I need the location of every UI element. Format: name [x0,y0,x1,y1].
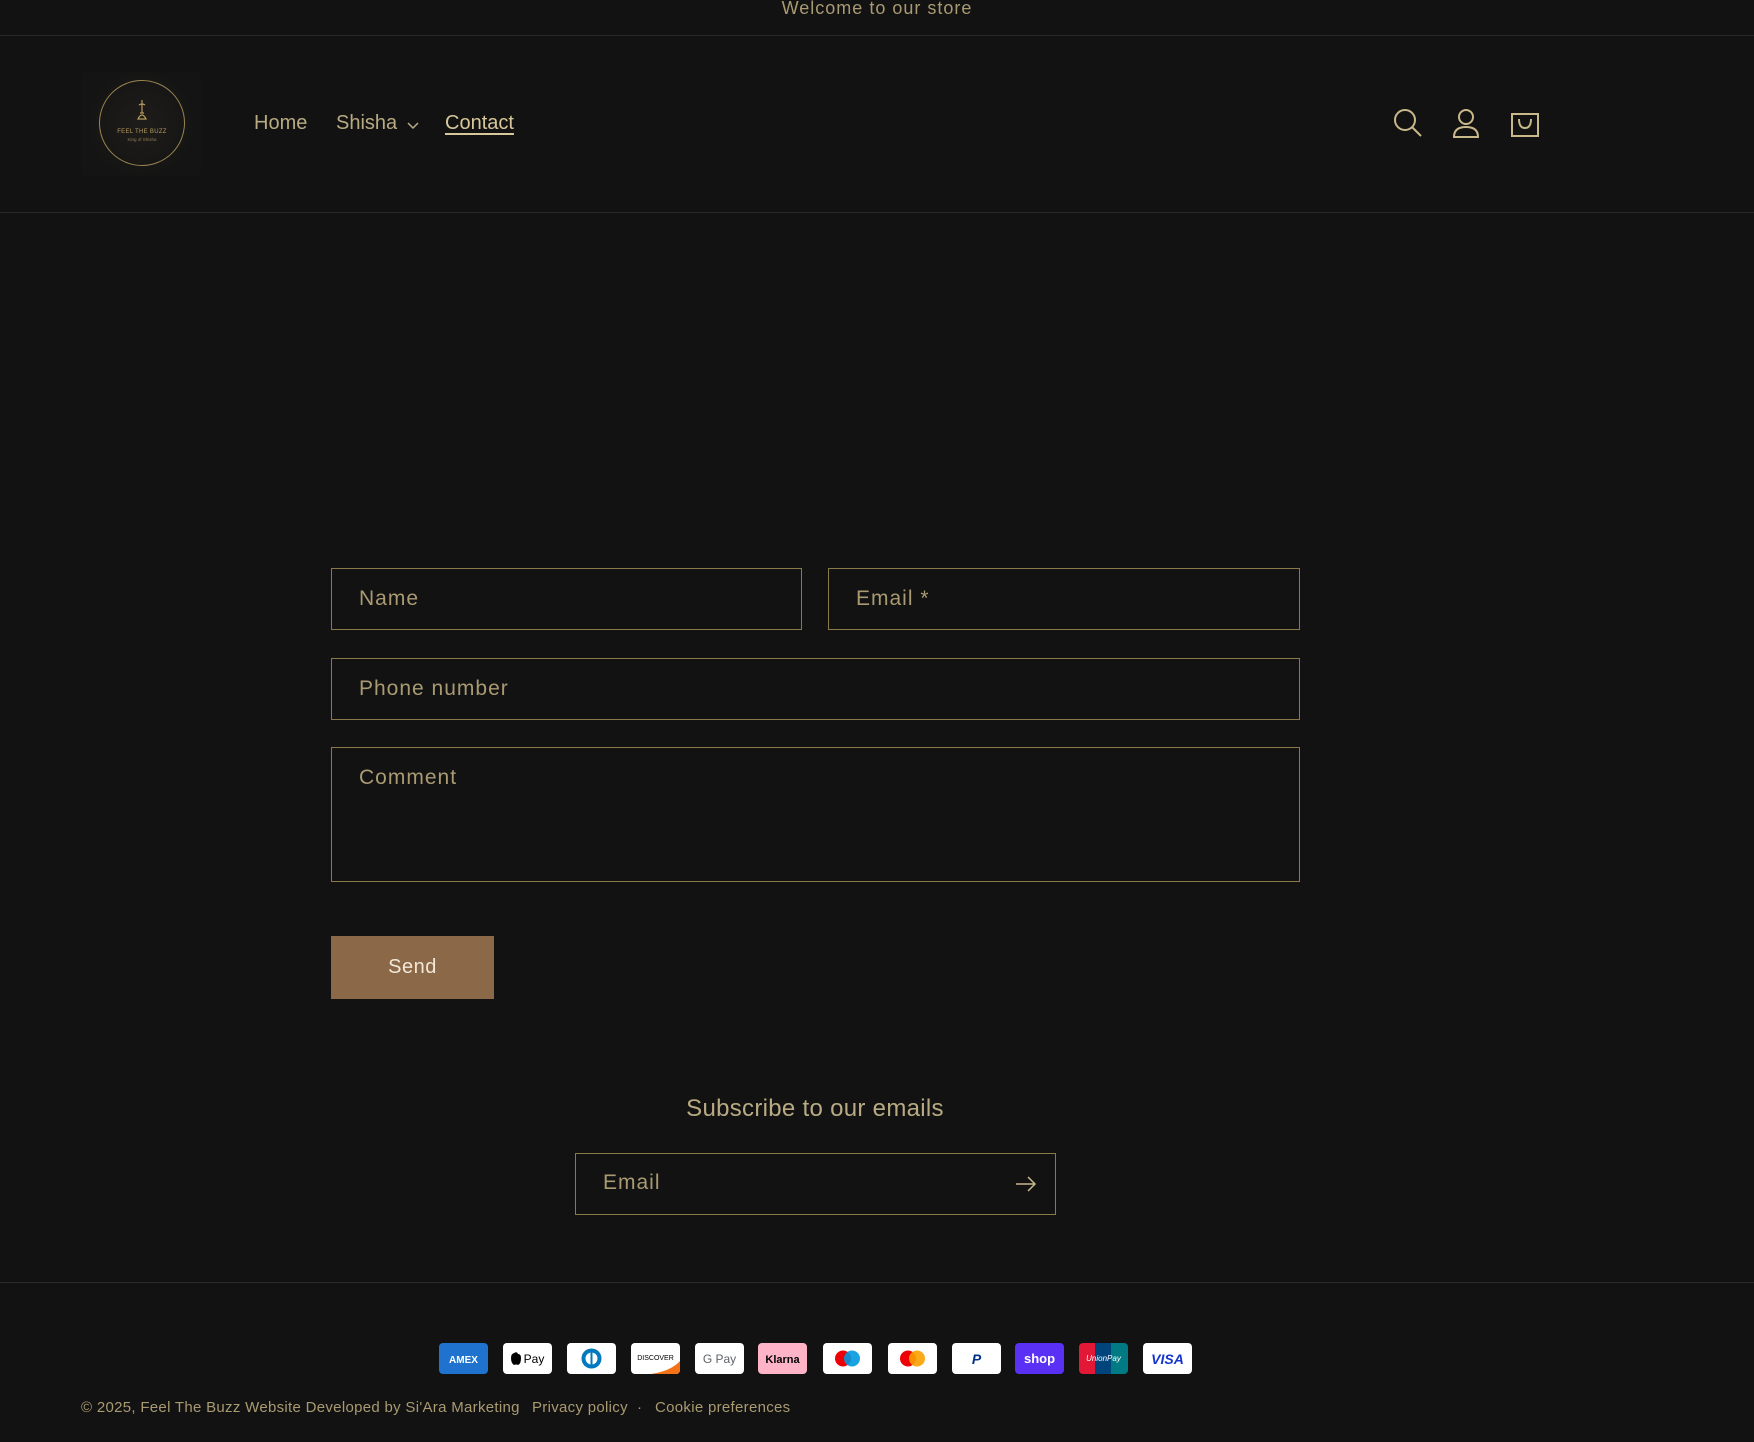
footer-separator: · [637,1399,643,1416]
email-placeholder: Email * [856,587,930,610]
announcement-text: Welcome to our store [781,0,973,18]
hookah-icon [137,100,147,120]
paypal-icon: P [952,1343,1001,1374]
comment-field[interactable]: Comment [331,747,1300,882]
unionpay-label: UnionPay [1086,1354,1122,1363]
discover-label: DISCOVER [637,1355,674,1362]
nav-shisha[interactable]: Shisha [336,112,397,135]
mastercard-icon [888,1343,937,1374]
name-placeholder: Name [359,587,420,610]
footer-divider [0,1282,1754,1283]
cart-icon[interactable] [1508,106,1542,140]
announcement-bar: Welcome to our store [0,0,1754,36]
visa-label: VISA [1151,1351,1184,1367]
klarna-icon: Klarna [758,1343,807,1374]
name-field[interactable]: Name [331,568,802,630]
google-pay-label: G Pay [703,1352,736,1366]
amex-icon: AMEX [439,1343,488,1374]
nav-contact[interactable]: Contact [445,112,514,135]
shop-pay-icon: shop [1015,1343,1064,1374]
privacy-policy-link[interactable]: Privacy policy [532,1399,628,1416]
copyright-text: © 2025, Feel The Buzz Website Developed … [81,1399,520,1416]
nav-home[interactable]: Home [254,112,307,135]
store-logo[interactable]: FEEL THE BUZZ King of Shisha [81,72,201,176]
account-icon[interactable] [1449,106,1483,140]
send-button[interactable]: Send [331,936,494,999]
google-pay-icon: G Pay [695,1343,744,1374]
comment-placeholder: Comment [359,766,458,789]
cookie-preferences-link[interactable]: Cookie preferences [655,1399,790,1416]
apple-pay-icon: Pay [503,1343,552,1374]
amex-label: AMEX [449,1355,478,1366]
search-icon[interactable] [1391,106,1425,140]
paypal-label: P [972,1351,982,1367]
chevron-down-icon[interactable] [406,118,420,132]
logo-text: FEEL THE BUZZ [117,129,167,135]
unionpay-icon: UnionPay [1079,1343,1128,1374]
site-header: FEEL THE BUZZ King of Shisha Home Shisha… [0,36,1754,213]
logo-circle: FEEL THE BUZZ King of Shisha [99,80,185,166]
email-field[interactable]: Email * [828,568,1300,630]
shop-pay-label: shop [1024,1351,1055,1366]
apple-pay-label: Pay [524,1352,545,1366]
logo-subtext: King of Shisha [127,137,157,142]
phone-field[interactable]: Phone number [331,658,1300,720]
phone-placeholder: Phone number [359,677,509,700]
arrow-right-icon[interactable] [1015,1175,1037,1193]
newsletter-email-field[interactable]: Email [575,1153,1056,1215]
discover-icon: DISCOVER [631,1343,680,1374]
visa-icon: VISA [1143,1343,1192,1374]
maestro-icon [823,1343,872,1374]
newsletter-email-placeholder: Email [603,1171,661,1194]
newsletter-title: Subscribe to our emails [686,1095,944,1122]
diners-club-icon [567,1343,616,1374]
footer-separator: · [515,1399,521,1416]
klarna-label: Klarna [765,1354,800,1366]
